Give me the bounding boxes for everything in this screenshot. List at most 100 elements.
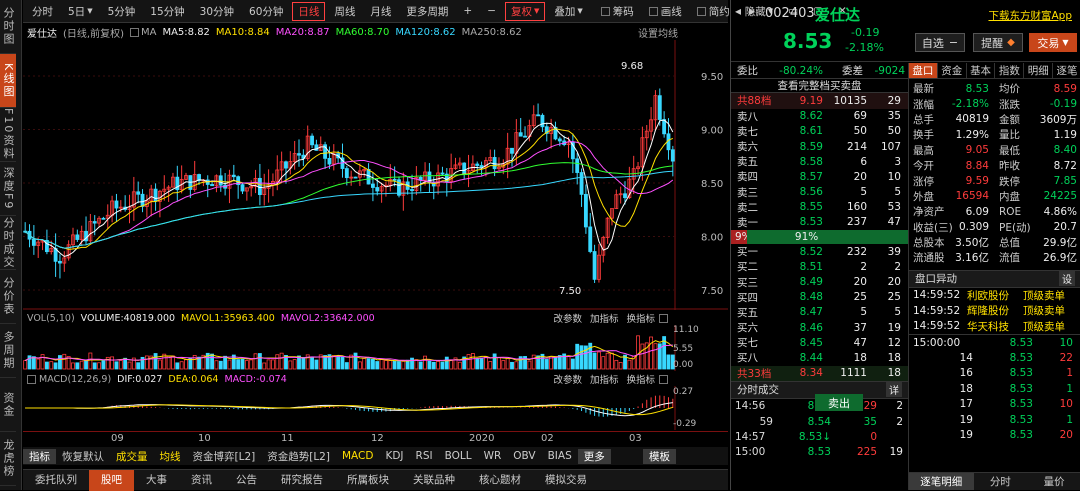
tab-obv[interactable]: OBV	[507, 450, 541, 462]
low-annotation: 7.50	[559, 286, 581, 297]
period-weekly[interactable]: 周线	[328, 2, 361, 21]
panic-settings-button[interactable]: 设	[1059, 271, 1075, 287]
macd-checkbox-icon[interactable]	[27, 374, 36, 384]
vol-edit-params-button[interactable]: 改参数	[553, 311, 582, 325]
macd-switch-indicator-button[interactable]: 换指标	[626, 372, 655, 386]
chips-button[interactable]: 筹码	[595, 2, 640, 21]
tab-restore-default[interactable]: 恢复默认	[56, 449, 110, 464]
app-download-link[interactable]: 下载东方财富App	[988, 8, 1072, 23]
tab-depth[interactable]: 深度F9	[0, 162, 16, 216]
tab-index[interactable]: 指数	[994, 63, 1023, 78]
adjust-button[interactable]: 复权 ▼	[505, 1, 546, 21]
ma-checkbox-icon[interactable]	[129, 27, 139, 37]
tab-template[interactable]: 模板	[643, 448, 676, 464]
tab-kline-chart[interactable]: K线图	[0, 54, 16, 108]
tab-dragon-tiger[interactable]: 龙虎榜	[0, 432, 16, 486]
kline-chart[interactable]: 9.50 9.00 8.50 8.00 7.50 9.68 7.50	[23, 40, 728, 310]
volume-bar	[210, 353, 215, 370]
volume-bar	[49, 361, 54, 370]
tab-more[interactable]: 更多	[577, 448, 611, 464]
period-monthly[interactable]: 月线	[364, 2, 397, 21]
panic-row[interactable]: 14:59:52 辉隆股份 顶级卖单	[909, 303, 1080, 318]
tab-multi-period[interactable]: 多周期	[0, 324, 16, 378]
alert-button[interactable]: 提醒 ◆	[973, 33, 1023, 52]
vol-switch-indicator-button[interactable]: 换指标	[626, 311, 655, 325]
tab-sim-trade[interactable]: 模拟交易	[533, 470, 599, 491]
forward-icon[interactable]: ▸	[749, 4, 755, 18]
tab-fund-game[interactable]: 资金博弈[L2]	[187, 449, 262, 464]
tab-boll[interactable]: BOLL	[439, 450, 478, 462]
tab-indicator[interactable]: 指标	[23, 448, 56, 464]
tab-timeshare[interactable]: 分时	[974, 473, 1028, 490]
period-15min[interactable]: 15分钟	[144, 2, 190, 21]
trade-button[interactable]: 交易 ▼	[1029, 33, 1077, 52]
volume-bar	[483, 356, 488, 370]
tab-volume[interactable]: 成交量	[110, 449, 154, 464]
period-daily[interactable]: 日线	[292, 1, 326, 21]
full-book-link[interactable]: 查看完整档买卖盘	[731, 78, 908, 94]
sell-button[interactable]: 卖出	[815, 394, 863, 411]
macd-add-indicator-button[interactable]: 加指标	[590, 372, 619, 386]
tab-detail[interactable]: 明细	[1023, 63, 1052, 78]
panic-row[interactable]: 14:59:52 利欧股份 顶级卖单	[909, 288, 1080, 303]
tab-time-trades[interactable]: 分时成交	[0, 216, 16, 270]
date-label: 10	[198, 433, 211, 444]
tab-timeshare-chart[interactable]: 分时图	[0, 0, 16, 54]
macd-close-icon[interactable]	[659, 374, 668, 384]
tick-count: 2	[896, 400, 903, 413]
period-5min[interactable]: 5分钟	[102, 2, 142, 21]
period-more[interactable]: 更多周期	[400, 2, 454, 21]
ticks-detail-button[interactable]: 详	[886, 382, 902, 398]
tab-price-table[interactable]: 分价表	[0, 270, 16, 324]
tab-tick-by-tick[interactable]: 逐笔	[1052, 63, 1080, 78]
tab-research[interactable]: 研究报告	[269, 470, 335, 491]
period-timeshare[interactable]: 分时	[26, 2, 59, 21]
period-30min[interactable]: 30分钟	[194, 2, 240, 21]
back-icon[interactable]: ◂	[735, 4, 741, 18]
tab-handicap[interactable]: 盘口	[909, 63, 937, 78]
tab-sectors[interactable]: 所属板块	[335, 470, 401, 491]
vol-close-icon[interactable]	[659, 313, 668, 323]
tab-volume-price[interactable]: 量价	[1027, 473, 1080, 490]
overlay-button[interactable]: 叠加 ▼	[548, 2, 588, 21]
tab-related[interactable]: 关联品种	[401, 470, 467, 491]
tab-bias[interactable]: BIAS	[542, 450, 578, 462]
watchlist-button[interactable]: 自选 −	[915, 33, 965, 52]
volume-bar	[118, 360, 123, 370]
volume-bar	[553, 356, 558, 370]
tab-macd[interactable]: MACD	[336, 450, 379, 462]
panic-row[interactable]: 14:59:52 华天科技 顶级卖单	[909, 318, 1080, 333]
volume-bar	[366, 358, 371, 370]
tab-capital[interactable]: 资金	[936, 63, 966, 78]
tab-rsi[interactable]: RSI	[410, 450, 439, 462]
tab-core-topics[interactable]: 核心题材	[467, 470, 533, 491]
volume-bar	[397, 361, 401, 370]
tab-order-queue[interactable]: 委托队列	[23, 470, 89, 491]
weicha-value: -9024	[874, 64, 905, 77]
tick-count: 19	[889, 445, 903, 458]
tab-news[interactable]: 资讯	[179, 470, 224, 491]
macd-chart[interactable]: 0.27 -0.29	[23, 386, 728, 430]
macd-edit-params-button[interactable]: 改参数	[553, 372, 582, 386]
tab-fund-trend[interactable]: 资金趋势[L2]	[261, 449, 336, 464]
volume-chart[interactable]: 11.10 5.55 0.00	[23, 325, 728, 371]
tab-announcements[interactable]: 公告	[224, 470, 269, 491]
tab-f10[interactable]: F10资料	[0, 108, 16, 162]
tab-wr[interactable]: WR	[478, 450, 508, 462]
bid-volume: 25	[853, 291, 867, 304]
vol-add-indicator-button[interactable]: 加指标	[590, 311, 619, 325]
ma-settings-button[interactable]: 设置均线	[638, 25, 678, 40]
tab-basic[interactable]: 基本	[965, 63, 995, 78]
tab-kdj[interactable]: KDJ	[379, 450, 409, 462]
tab-forum[interactable]: 股吧	[89, 469, 134, 491]
tab-tick-detail[interactable]: 逐笔明细	[909, 473, 974, 490]
tab-ma[interactable]: 均线	[154, 449, 187, 464]
period-60min[interactable]: 60分钟	[243, 2, 289, 21]
tab-funds[interactable]: 资金	[0, 378, 16, 432]
tab-events[interactable]: 大事	[134, 470, 179, 491]
zoom-in-button[interactable]: +	[457, 2, 478, 21]
draw-line-button[interactable]: 画线	[643, 2, 688, 21]
period-5day[interactable]: 5日 ▼	[62, 2, 99, 21]
candle-body	[101, 217, 106, 220]
zoom-out-button[interactable]: −	[481, 2, 502, 21]
